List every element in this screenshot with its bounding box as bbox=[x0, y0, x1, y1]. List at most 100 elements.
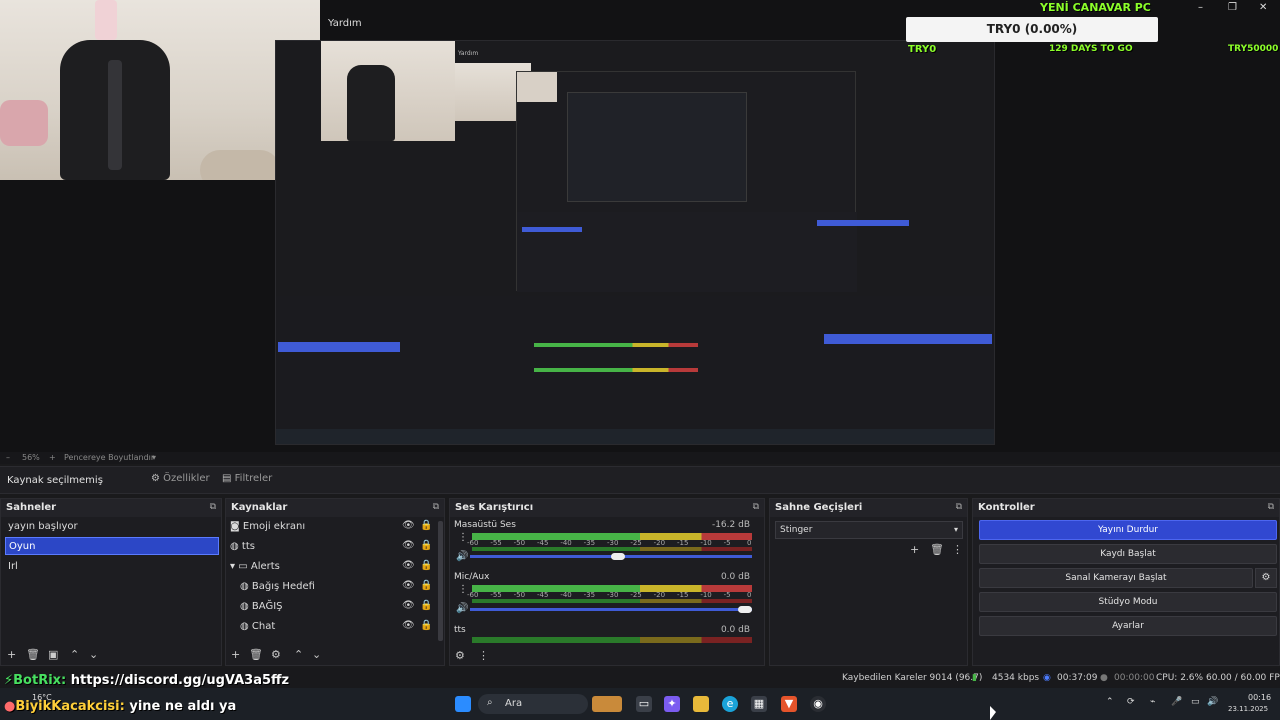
chevron-down-icon[interactable]: ▾ bbox=[152, 453, 156, 462]
store-icon[interactable]: ▦ bbox=[751, 696, 767, 712]
tick-label: -10 bbox=[700, 539, 712, 547]
mixer-title: Ses Karıştırıcı bbox=[455, 502, 534, 513]
file-explorer-icon[interactable] bbox=[693, 696, 709, 712]
source-item[interactable]: ◙ Emoji ekranı bbox=[230, 518, 305, 536]
lock-icon[interactable]: 🔒 bbox=[420, 540, 432, 551]
brave-icon[interactable]: ▼ bbox=[781, 696, 797, 712]
trash-icon[interactable]: 🗑 bbox=[930, 543, 944, 556]
source-item[interactable]: ◍ BAĞIŞ bbox=[240, 598, 283, 616]
webcam-feed bbox=[0, 0, 320, 180]
network-icon[interactable]: ⌁ bbox=[1150, 697, 1155, 707]
expand-chevron-icon[interactable]: ▾ bbox=[230, 561, 235, 572]
sync-icon[interactable]: ⟳ bbox=[1127, 697, 1135, 707]
lock-icon[interactable]: 🔒 bbox=[420, 560, 432, 571]
volume-knob[interactable] bbox=[611, 553, 626, 560]
eye-icon[interactable]: 👁 bbox=[402, 560, 415, 571]
eye-icon[interactable]: 👁 bbox=[402, 540, 415, 551]
minimize-icon[interactable]: – bbox=[1198, 2, 1203, 13]
source-item[interactable]: ◍ Chat bbox=[240, 618, 275, 636]
zoom-out-button[interactable]: – bbox=[6, 453, 10, 462]
bot-icon: ⚡ bbox=[4, 673, 14, 688]
lock-icon[interactable]: 🔒 bbox=[420, 520, 432, 531]
mic-icon[interactable]: 🎤 bbox=[1171, 697, 1182, 707]
eye-icon[interactable]: 👁 bbox=[402, 600, 415, 611]
move-up-icon[interactable]: ⌃ bbox=[70, 648, 79, 661]
copilot-icon[interactable]: ✦ bbox=[664, 696, 680, 712]
source-item[interactable]: ◍ Bağış Hedefi bbox=[240, 578, 315, 596]
tick-label: -55 bbox=[490, 591, 502, 599]
studio-mode-button[interactable]: Stüdyo Modu bbox=[979, 592, 1277, 612]
properties-button[interactable]: ⚙ Özellikler bbox=[151, 473, 210, 489]
tick-label: -45 bbox=[537, 539, 549, 547]
scene-item[interactable]: yayın başlıyor bbox=[8, 518, 78, 536]
channel-name: Mic/Aux bbox=[454, 572, 490, 582]
undock-icon[interactable]: ⧉ bbox=[433, 502, 439, 512]
stop-streaming-button[interactable]: Yayını Durdur bbox=[979, 520, 1277, 540]
display-icon[interactable]: ▭ bbox=[1191, 697, 1200, 707]
add-icon[interactable]: + bbox=[231, 648, 240, 661]
start-recording-button[interactable]: Kaydı Başlat bbox=[979, 544, 1277, 564]
eye-icon[interactable]: 👁 bbox=[402, 580, 415, 591]
tick-label: -15 bbox=[677, 591, 689, 599]
fit-window-button[interactable]: Pencereye Boyutlandır bbox=[64, 453, 154, 462]
undock-icon[interactable]: ⧉ bbox=[210, 502, 216, 512]
filters-icon[interactable]: ▣ bbox=[48, 648, 58, 661]
speaker-icon[interactable]: 🔊 bbox=[456, 551, 468, 562]
task-view-icon[interactable]: ▭ bbox=[636, 696, 652, 712]
undock-icon[interactable]: ⧉ bbox=[956, 502, 962, 512]
sources-dock: Kaynaklar ⧉ ◙ Emoji ekranı ◍ tts ▾ ▭ Aler… bbox=[225, 498, 445, 666]
windows-start-icon[interactable] bbox=[455, 696, 471, 712]
transitions-title: Sahne Geçişleri bbox=[775, 502, 863, 513]
scene-item-selected[interactable]: Oyun bbox=[5, 537, 219, 555]
eye-icon[interactable]: 👁 bbox=[402, 620, 415, 631]
transition-select[interactable]: Stinger ▾ bbox=[775, 521, 963, 539]
gear-icon[interactable]: ⚙ bbox=[271, 648, 281, 661]
virtual-camera-settings-button[interactable]: ⚙ bbox=[1255, 568, 1277, 588]
undock-icon[interactable]: ⧉ bbox=[1268, 502, 1274, 512]
scrollbar[interactable] bbox=[438, 521, 443, 641]
undock-icon[interactable]: ⧉ bbox=[753, 502, 759, 512]
trash-icon[interactable]: 🗑 bbox=[26, 648, 40, 661]
lock-icon[interactable]: 🔒 bbox=[420, 580, 432, 591]
source-group[interactable]: ▾ ▭ Alerts bbox=[230, 558, 280, 576]
volume-icon[interactable]: 🔊 bbox=[1207, 697, 1218, 707]
source-item[interactable]: ◍ tts bbox=[230, 538, 255, 556]
add-icon[interactable]: + bbox=[910, 543, 919, 556]
widget-icon[interactable] bbox=[592, 696, 622, 712]
obs-icon[interactable]: ◉ bbox=[810, 696, 826, 712]
maximize-icon[interactable]: ❐ bbox=[1228, 2, 1237, 13]
dropped-frames: Kaybedilen Kareler 9014 (96.7) bbox=[842, 673, 983, 683]
program-preview[interactable]: Yardım Yardım YENİ CANAVAR PC TRY0 (0.00… bbox=[0, 0, 1280, 452]
scene-item[interactable]: Irl bbox=[8, 558, 18, 576]
audio-mixer-dock: Ses Karıştırıcı ⧉ Masaüstü Ses -16.2 dB ⋮… bbox=[449, 498, 765, 666]
search-box[interactable]: ⌕ Ara bbox=[478, 694, 588, 714]
lock-icon[interactable]: 🔒 bbox=[420, 620, 432, 631]
volume-slider[interactable] bbox=[470, 608, 752, 611]
lock-icon[interactable]: 🔒 bbox=[420, 600, 432, 611]
move-up-icon[interactable]: ⌃ bbox=[294, 648, 303, 661]
volume-knob[interactable] bbox=[738, 606, 752, 613]
gear-icon: ⚙ bbox=[1261, 572, 1271, 583]
zoom-in-button[interactable]: + bbox=[49, 453, 56, 462]
gear-icon[interactable]: ⚙ bbox=[455, 649, 465, 662]
close-icon[interactable]: ✕ bbox=[1259, 2, 1267, 13]
more-icon[interactable]: ⋮ bbox=[952, 543, 963, 556]
tick-label: -25 bbox=[630, 539, 642, 547]
filters-button[interactable]: ▤ Filtreler bbox=[222, 473, 272, 489]
volume-meter bbox=[472, 637, 752, 643]
move-down-icon[interactable]: ⌄ bbox=[312, 648, 321, 661]
edge-icon[interactable]: e bbox=[722, 696, 738, 712]
add-icon[interactable]: + bbox=[7, 648, 16, 661]
trash-icon[interactable]: 🗑 bbox=[249, 648, 263, 661]
move-down-icon[interactable]: ⌄ bbox=[89, 648, 98, 661]
tick-label: -50 bbox=[513, 539, 526, 547]
more-icon[interactable]: ⋮ bbox=[478, 649, 489, 662]
tick-label: -20 bbox=[653, 539, 666, 547]
settings-button[interactable]: Ayarlar bbox=[979, 616, 1277, 636]
chevron-down-icon: ▾ bbox=[953, 525, 958, 534]
speaker-icon[interactable]: 🔊 bbox=[456, 603, 468, 614]
chevron-up-icon[interactable]: ⌃ bbox=[1106, 697, 1114, 707]
eye-icon[interactable]: 👁 bbox=[402, 520, 415, 531]
start-virtual-camera-button[interactable]: Sanal Kamerayı Başlat bbox=[979, 568, 1253, 588]
zoom-level: 56% bbox=[22, 453, 40, 462]
